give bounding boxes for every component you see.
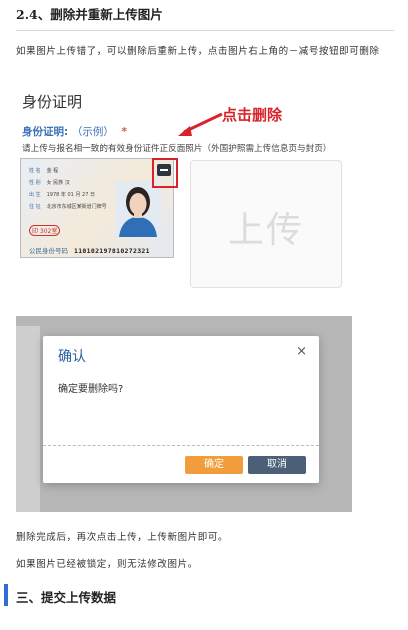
id-address-row: 住 址北京市东城区某街道门牌号 <box>29 204 107 210</box>
confirm-dialog: 确认 × 确定要删除吗? 确定 取消 <box>43 336 319 483</box>
upload-button[interactable]: 上传 <box>190 160 342 288</box>
intro-paragraph: 如果图片上传错了，可以删除后重新上传，点击图片右上角的－减号按钮即可删除 <box>16 46 380 57</box>
annotation-arrow-icon <box>178 112 223 136</box>
id-proof-label-text: 身份证明: <box>22 126 69 138</box>
overlay-backdrop <box>16 326 40 512</box>
upload-placeholder: 上传 <box>227 210 304 251</box>
dialog-divider <box>43 445 319 446</box>
delete-annotation: 点击删除 <box>222 106 283 124</box>
after-delete-text: 删除完成后，再次点击上传，上传新图片即可。 <box>16 532 229 543</box>
confirm-button[interactable]: 确定 <box>185 456 243 474</box>
example-link[interactable]: （示例） <box>72 126 114 138</box>
dialog-title: 确认 <box>58 349 86 365</box>
heading-accent-bar <box>4 584 8 606</box>
id-card-image[interactable]: 姓 名金 程 性 别女 民族 汉 出 生 1978 年 01 月 27 日 住 址… <box>20 158 174 258</box>
dialog-message: 确定要删除吗? <box>58 384 124 395</box>
confirm-dialog-screenshot: 确认 × 确定要删除吗? 确定 取消 <box>16 316 352 512</box>
id-stamp: 印 302室 <box>29 225 61 236</box>
portrait-icon <box>115 181 161 237</box>
next-section-heading: 三、提交上传数据 <box>16 590 117 605</box>
cancel-button[interactable]: 取消 <box>248 456 306 474</box>
id-name-row: 姓 名金 程 <box>29 168 59 174</box>
heading-divider <box>16 30 394 31</box>
locked-note-text: 如果图片已经被锁定，则无法修改图片。 <box>16 559 198 570</box>
id-proof-title: 身份证明 <box>22 93 83 111</box>
id-birth-row: 出 生 1978 年 01 月 27 日 <box>29 192 95 198</box>
portrait-photo <box>115 181 161 237</box>
id-sex-row: 性 别女 民族 汉 <box>29 180 70 186</box>
required-mark: * <box>121 126 128 138</box>
minus-delete-icon[interactable] <box>157 164 171 176</box>
section-heading: 2.4、删除并重新上传图片 <box>16 7 163 22</box>
id-proof-label: 身份证明: （示例） * <box>22 124 127 139</box>
upload-hint: 请上传与报名相一致的有效身份证件正反面照片（外国护照需上传信息页与封页） <box>22 144 332 154</box>
upload-screenshot: 身份证明 身份证明: （示例） * 请上传与报名相一致的有效身份证件正反面照片（… <box>16 86 396 302</box>
id-number-row: 公民身份号码 110102197810272321 <box>29 247 150 255</box>
close-icon[interactable]: × <box>296 344 307 359</box>
